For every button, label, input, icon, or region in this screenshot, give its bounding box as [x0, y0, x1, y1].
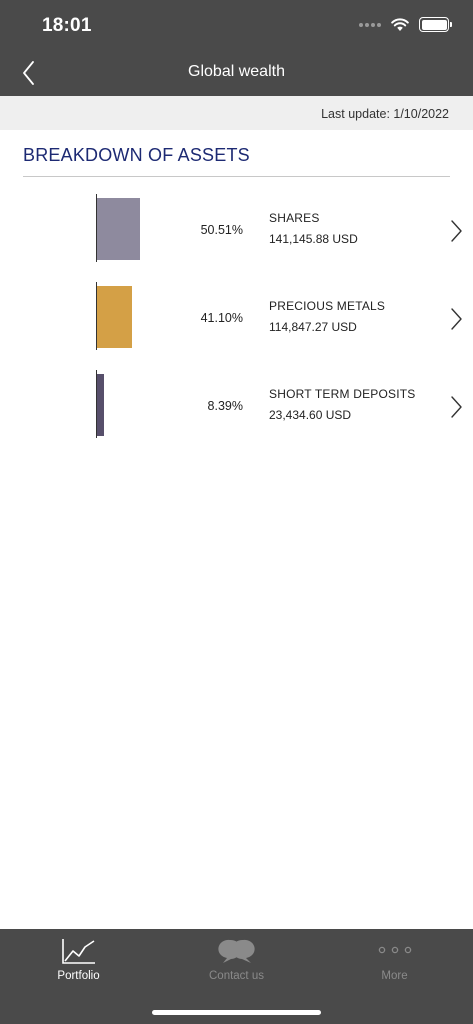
tab-portfolio[interactable]: Portfolio: [0, 929, 157, 993]
chevron-right-icon: [451, 308, 462, 330]
asset-percent: 41.10%: [200, 311, 243, 325]
section-title: BREAKDOWN OF ASSETS: [23, 145, 250, 165]
wifi-icon: [391, 17, 409, 31]
section-divider: [23, 176, 450, 177]
last-update-text: Last update: 1/10/2022: [321, 107, 449, 121]
top-bar: 18:01 Global wealth: [0, 0, 473, 96]
asset-percent: 50.51%: [200, 223, 243, 237]
battery-icon: [419, 17, 452, 32]
more-dots-icon: [378, 946, 411, 954]
page-title: Global wealth: [188, 63, 285, 80]
asset-name: SHORT TERM DEPOSITS: [269, 387, 416, 401]
chevron-right-icon: [451, 396, 462, 418]
chat-bubbles-icon: [217, 939, 255, 963]
asset-row-shares[interactable]: 50.51% SHARES 141,145.88 USD: [0, 194, 473, 270]
asset-amount: 114,847.27 USD: [269, 320, 357, 334]
tab-bar: Portfolio Contact us More: [0, 929, 473, 1024]
asset-name: PRECIOUS METALS: [269, 299, 386, 313]
cellular-signal-icon: [359, 22, 381, 27]
asset-bar: [97, 374, 105, 436]
home-indicator: [152, 1010, 321, 1015]
asset-row-short-term-deposits[interactable]: 8.39% SHORT TERM DEPOSITS 23,434.60 USD: [0, 370, 473, 446]
status-time: 18:01: [42, 15, 92, 36]
line-chart-icon: [61, 939, 95, 964]
asset-bar: [97, 198, 141, 260]
asset-amount: 141,145.88 USD: [269, 232, 358, 246]
asset-name: SHARES: [269, 211, 320, 225]
asset-row-precious-metals[interactable]: 41.10% PRECIOUS METALS 114,847.27 USD: [0, 282, 473, 358]
tab-label: Portfolio: [57, 970, 100, 982]
tab-more[interactable]: More: [316, 929, 473, 993]
status-icons: [359, 17, 452, 32]
tab-contact-us[interactable]: Contact us: [158, 929, 315, 993]
chevron-right-icon: [451, 220, 462, 242]
asset-bar: [97, 286, 133, 348]
asset-percent: 8.39%: [207, 399, 243, 413]
asset-amount: 23,434.60 USD: [269, 408, 352, 422]
tab-label: Contact us: [209, 970, 264, 982]
tab-label: More: [381, 970, 408, 982]
last-update-strip: Last update: 1/10/2022: [0, 96, 473, 130]
